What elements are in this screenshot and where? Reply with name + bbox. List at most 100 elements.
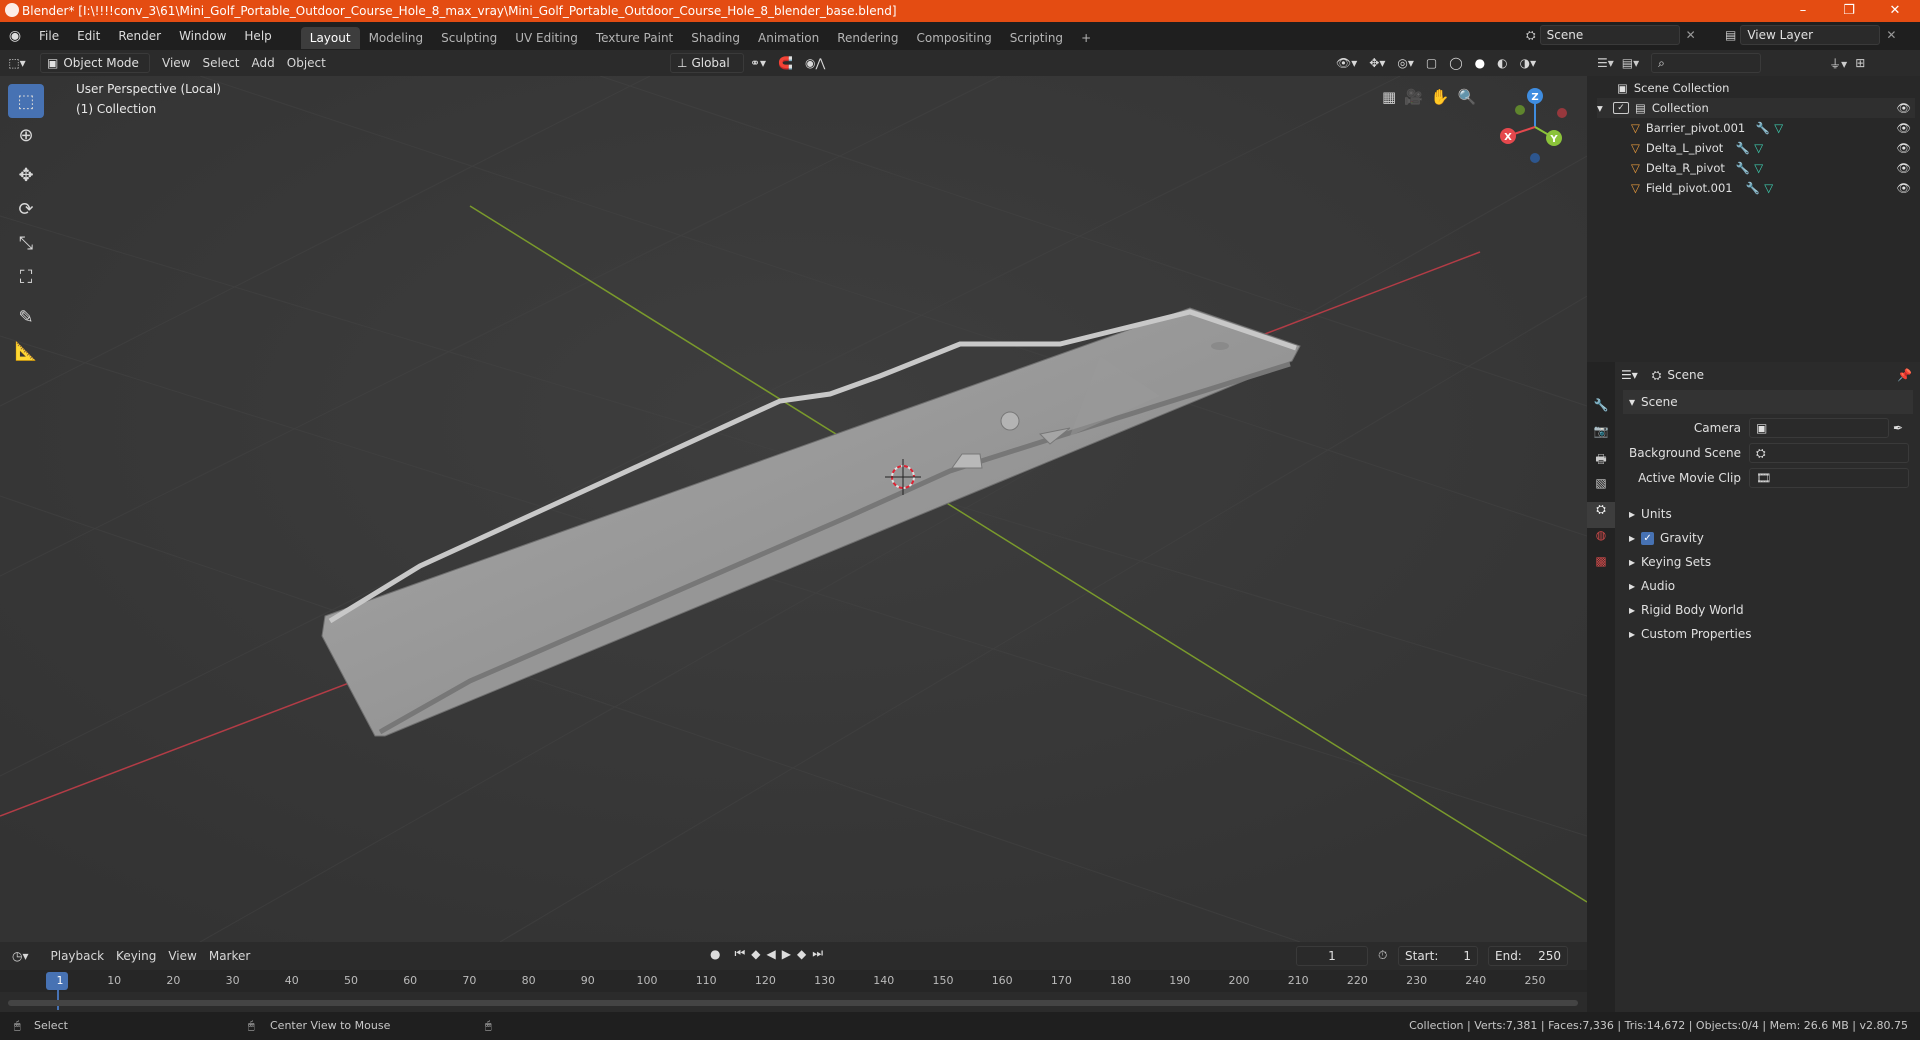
rotate-tool-icon[interactable]: ⟳	[8, 192, 44, 226]
frame-ruler[interactable]: 1 10 20 30 40 50 60 70 80 90 100 110 120 130 140 150 160…	[0, 970, 1587, 992]
tab-uv-editing[interactable]: UV Editing	[506, 27, 587, 49]
timeline-scrollbar[interactable]	[8, 1000, 1578, 1006]
prev-keyframe-icon[interactable]: ◆	[751, 947, 760, 961]
proportional-edit-icon[interactable]: ◉⋀	[799, 53, 831, 73]
menu-select[interactable]: Select	[196, 53, 245, 73]
eyedropper-icon[interactable]: ✒	[1893, 416, 1903, 440]
menu-add[interactable]: Add	[246, 53, 281, 73]
close-viewlayer-icon[interactable]: ✕	[1886, 28, 1896, 42]
outliner-item-delta-l[interactable]: ▽ Delta_L_pivot 🔧 ▽ 👁	[1631, 138, 1915, 158]
menu-keying[interactable]: Keying	[110, 946, 162, 966]
background-scene-field[interactable]: ⛭	[1749, 443, 1909, 463]
tab-layout[interactable]: Layout	[300, 26, 360, 49]
collection-row[interactable]: ▾ ✓ ▤ Collection 👁	[1597, 98, 1915, 118]
jump-start-icon[interactable]: ⏮	[734, 946, 745, 961]
grid-view-icon[interactable]: ▦	[1382, 88, 1396, 106]
scene-collection-row[interactable]: ▣ Scene Collection	[1617, 78, 1729, 98]
display-mode-icon[interactable]: ▤▾	[1622, 56, 1639, 70]
viewlayer-selector[interactable]: View Layer	[1740, 25, 1881, 45]
outliner-item-barrier[interactable]: ▽ Barrier_pivot.001 🔧 ▽ 👁	[1631, 118, 1915, 138]
render-tab-icon[interactable]: 📷	[1587, 424, 1615, 450]
tab-animation[interactable]: Animation	[749, 27, 828, 49]
start-frame-field[interactable]: Start: 1	[1398, 946, 1478, 966]
pivot-icon[interactable]: ⚭▾	[744, 53, 772, 73]
panel-audio[interactable]: ▸ Audio	[1623, 574, 1913, 598]
panel-keying-sets[interactable]: ▸ Keying Sets	[1623, 550, 1913, 574]
tool-tab-icon[interactable]: 🔧	[1587, 398, 1615, 424]
collection-visibility-icon[interactable]: 👁	[1896, 98, 1911, 118]
end-frame-field[interactable]: End: 250	[1488, 946, 1568, 966]
close-scene-icon[interactable]: ✕	[1686, 28, 1696, 42]
menu-timeline-view[interactable]: View	[162, 946, 202, 966]
visibility-eye-icon[interactable]: 👁	[1896, 118, 1911, 138]
move-tool-icon[interactable]: ✥	[8, 158, 44, 192]
wireframe-shading-icon[interactable]: ◯	[1443, 53, 1468, 73]
outliner-item-delta-r[interactable]: ▽ Delta_R_pivot 🔧 ▽ 👁	[1631, 158, 1915, 178]
scene-panel-header[interactable]: ▾ Scene	[1623, 390, 1913, 414]
visibility-eye-icon[interactable]: 👁	[1896, 158, 1911, 178]
texture-tab-icon[interactable]: ▩	[1587, 554, 1615, 580]
new-collection-icon[interactable]: ⊞	[1855, 56, 1865, 70]
transform-orientation[interactable]: ⊥ Global	[670, 53, 744, 73]
blender-menu-icon[interactable]: ◉	[0, 28, 30, 44]
collection-checkbox-icon[interactable]: ✓	[1613, 102, 1629, 114]
visibility-eye-icon[interactable]: 👁	[1896, 178, 1911, 198]
jump-end-icon[interactable]: ⏭	[812, 946, 823, 961]
panel-rigid-body-world[interactable]: ▸ Rigid Body World	[1623, 598, 1913, 622]
material-shading-icon[interactable]: ◐	[1491, 53, 1513, 73]
gizmo-toggle-icon[interactable]: ✥▾	[1363, 53, 1391, 73]
add-workspace-button[interactable]: +	[1072, 27, 1100, 49]
menu-file[interactable]: File	[30, 22, 68, 50]
current-frame-field[interactable]: 1	[1296, 946, 1368, 966]
expand-collection-icon[interactable]: ▾	[1597, 98, 1613, 118]
world-tab-icon[interactable]: ◍	[1587, 528, 1615, 554]
tab-compositing[interactable]: Compositing	[907, 27, 1000, 49]
snap-icon[interactable]: 🧲	[772, 53, 799, 73]
next-keyframe-icon[interactable]: ◆	[797, 947, 806, 961]
record-icon[interactable]: ●	[710, 947, 720, 961]
tab-rendering[interactable]: Rendering	[828, 27, 907, 49]
3d-viewport[interactable]: User Perspective (Local) (1) Collection …	[0, 76, 1587, 942]
scale-tool-icon[interactable]: ⤡	[8, 226, 44, 260]
measure-tool-icon[interactable]: 📐	[8, 334, 44, 368]
restore-button[interactable]: ❐	[1826, 0, 1872, 22]
output-tab-icon[interactable]: 🖶	[1587, 450, 1615, 476]
timeline-editor-icon[interactable]: ◷▾	[6, 946, 35, 966]
tab-scripting[interactable]: Scripting	[1001, 27, 1072, 49]
panel-gravity[interactable]: ▸ ✓ Gravity	[1623, 526, 1913, 550]
tab-sculpting[interactable]: Sculpting	[432, 27, 506, 49]
menu-help[interactable]: Help	[235, 22, 280, 50]
visibility-icon[interactable]: 👁▾	[1330, 53, 1363, 73]
scene-tab-icon[interactable]: ⛭	[1587, 502, 1615, 528]
stopwatch-icon[interactable]: ⏱	[1378, 948, 1387, 963]
outliner-editor-icon[interactable]: ☰▾	[1597, 56, 1614, 70]
menu-marker[interactable]: Marker	[203, 946, 256, 966]
camera-field[interactable]: ▣	[1749, 418, 1889, 438]
outliner-search-input[interactable]: ⌕	[1651, 53, 1762, 73]
panel-units[interactable]: ▸ Units	[1623, 502, 1913, 526]
overlay-toggle-icon[interactable]: ◎▾	[1391, 53, 1420, 73]
close-window-button[interactable]: ✕	[1872, 0, 1918, 22]
transform-tool-icon[interactable]: ⛶	[8, 260, 44, 294]
menu-view[interactable]: View	[156, 53, 196, 73]
navigation-gizmo[interactable]: Z X Y	[1490, 82, 1580, 172]
pin-icon[interactable]: 📌	[1897, 368, 1912, 382]
zoom-icon[interactable]: 🔍	[1458, 88, 1477, 106]
viewport-scene[interactable]	[0, 76, 1587, 942]
menu-object[interactable]: Object	[281, 53, 332, 73]
outliner-item-field[interactable]: ▽ Field_pivot.001 🔧 ▽ 👁	[1631, 178, 1915, 198]
view-layer-tab-icon[interactable]: ▧	[1587, 476, 1615, 502]
select-box-tool-icon[interactable]: ⬚	[8, 84, 44, 118]
mode-selector[interactable]: ▣ Object Mode	[40, 53, 150, 73]
tab-texture-paint[interactable]: Texture Paint	[587, 27, 682, 49]
filter-icon[interactable]: ⏚▾	[1829, 55, 1847, 72]
annotate-tool-icon[interactable]: ✎	[8, 300, 44, 334]
movie-clip-field[interactable]: 🎞	[1749, 468, 1909, 488]
play-icon[interactable]: ▶	[782, 947, 791, 961]
properties-editor-icon[interactable]: ☰▾	[1621, 368, 1638, 382]
menu-window[interactable]: Window	[170, 22, 235, 50]
tab-modeling[interactable]: Modeling	[360, 27, 433, 49]
pan-hand-icon[interactable]: ✋	[1431, 88, 1450, 106]
rendered-shading-icon[interactable]: ◑▾	[1514, 53, 1543, 73]
visibility-eye-icon[interactable]: 👁	[1896, 138, 1911, 158]
